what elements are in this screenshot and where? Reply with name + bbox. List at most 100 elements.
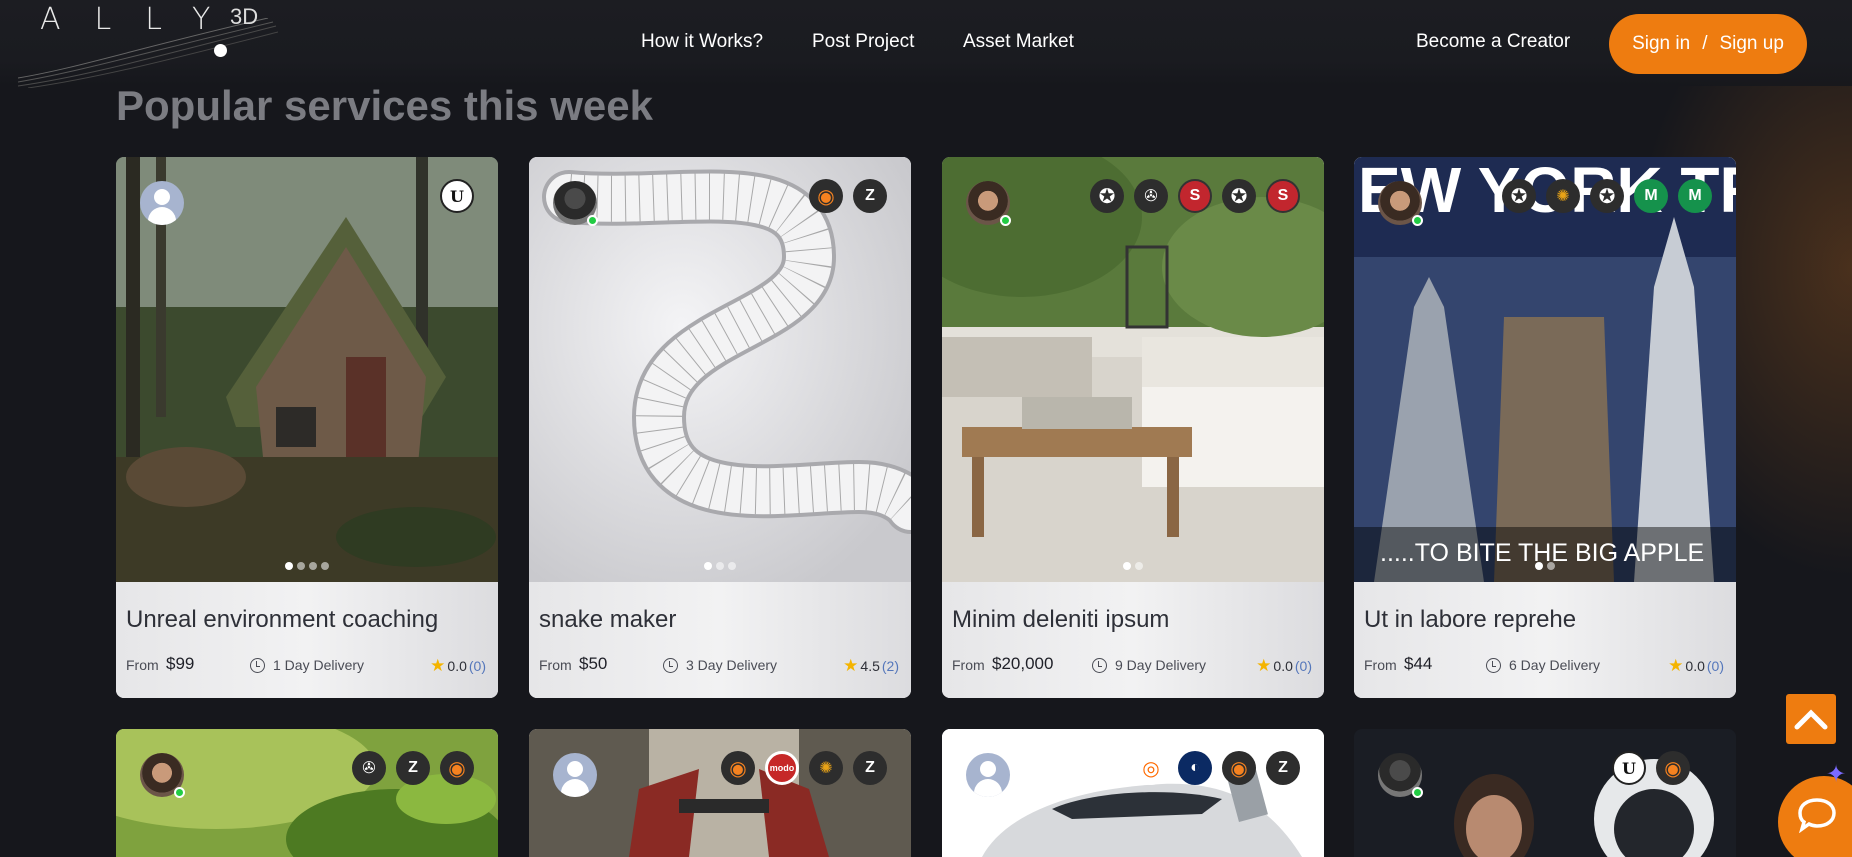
star-icon: ★	[843, 656, 859, 675]
card-title[interactable]: Ut in labore reprehe	[1364, 606, 1576, 634]
review-count: (0)	[1706, 658, 1724, 674]
keyshot-icon: ✺	[1546, 179, 1580, 213]
carousel-dot[interactable]	[1547, 562, 1555, 570]
star-icon: ★	[1256, 656, 1272, 675]
unity-icon: ✪	[1590, 179, 1624, 213]
zbrush-icon: Z	[853, 179, 887, 213]
rating: ★ 4.5 (2)	[843, 656, 899, 676]
carousel-dots[interactable]	[942, 562, 1324, 570]
card-image[interactable]: U	[116, 157, 498, 582]
review-count: (2)	[881, 658, 899, 674]
from-label: From	[952, 657, 985, 673]
rating: ★ 0.0 (0)	[1668, 656, 1724, 676]
card-title[interactable]: snake maker	[539, 606, 676, 634]
card-image[interactable]: EW YORK TR .....TO BITE THE BIG APPLE ✪✺…	[1354, 157, 1736, 582]
delivery-info: 3 Day Delivery	[663, 657, 777, 673]
sign-up-label[interactable]: Sign up	[1719, 33, 1783, 55]
delivery-text: 1 Day Delivery	[273, 657, 365, 673]
creator-avatar[interactable]	[140, 181, 184, 225]
from-label: From	[1364, 657, 1397, 673]
become-creator-link[interactable]: Become a Creator	[1416, 31, 1570, 53]
card-image[interactable]: ◉ Z	[529, 157, 911, 582]
rating-value: 0.0	[1273, 658, 1293, 674]
carousel-dot[interactable]	[1123, 562, 1131, 570]
carousel-dot[interactable]	[309, 562, 317, 570]
delivery-text: 9 Day Delivery	[1115, 657, 1207, 673]
rating-value: 0.0	[447, 658, 467, 674]
unity-icon: ✪	[1090, 179, 1124, 213]
price: $20,000	[992, 654, 1054, 673]
sign-in-sign-up-button[interactable]: Sign in / Sign up	[1609, 14, 1807, 74]
creator-avatar[interactable]	[553, 753, 597, 797]
clock-icon	[1092, 657, 1107, 673]
software-icons: ✪ ✇ S ✪ S	[1090, 179, 1300, 213]
carousel-dot[interactable]	[716, 562, 724, 570]
software-icons: ◉ modo ✺ Z	[721, 751, 887, 785]
carousel-dots[interactable]	[529, 562, 911, 570]
substance-icon: S	[1178, 179, 1212, 213]
delivery-text: 3 Day Delivery	[686, 657, 778, 673]
card-image[interactable]: ✪ ✇ S ✪ S	[942, 157, 1324, 582]
carousel-dot[interactable]	[704, 562, 712, 570]
chat-bubble-icon	[1798, 798, 1836, 833]
nav-asset-market[interactable]: Asset Market	[963, 31, 1074, 53]
scroll-to-top-button[interactable]	[1786, 694, 1836, 744]
zbrush-icon: Z	[396, 751, 430, 785]
service-card[interactable]: ◉ modo ✺ Z	[529, 729, 911, 857]
online-indicator	[1412, 787, 1423, 798]
card-title[interactable]: Unreal environment coaching	[126, 606, 438, 634]
keyshot-icon: ✺	[809, 751, 843, 785]
maya-icon: ✇	[1134, 179, 1168, 213]
carousel-dot[interactable]	[285, 562, 293, 570]
software-icons: ◎ ◐ ◉ Z	[1134, 751, 1300, 785]
m-icon: M	[1678, 179, 1712, 213]
c4d-icon: ◐	[1178, 751, 1212, 785]
nav-post-project[interactable]: Post Project	[812, 31, 914, 53]
price: $99	[166, 654, 195, 673]
logo[interactable]: ALLY 3D	[18, 0, 288, 88]
carousel-dots[interactable]	[1354, 562, 1736, 570]
online-indicator	[1000, 215, 1011, 226]
creator-avatar[interactable]	[966, 753, 1010, 797]
price: $50	[579, 654, 608, 673]
modo-icon: modo	[765, 751, 799, 785]
rating: ★ 0.0 (0)	[1256, 656, 1312, 676]
carousel-dot[interactable]	[321, 562, 329, 570]
m-icon: M	[1634, 179, 1668, 213]
blender-icon: ◉	[721, 751, 755, 785]
delivery-info: 6 Day Delivery	[1486, 657, 1600, 673]
nav-how-it-works[interactable]: How it Works?	[641, 31, 763, 53]
carousel-dot[interactable]	[1535, 562, 1543, 570]
unreal-icon: U	[440, 179, 474, 213]
service-card[interactable]: ✪ ✇ S ✪ S Minim deleniti ipsum From $20,000 …	[942, 157, 1324, 698]
carousel-dot[interactable]	[297, 562, 305, 570]
maya-icon: ✇	[352, 751, 386, 785]
software-icons: ◉ Z	[809, 179, 887, 213]
sign-in-label[interactable]: Sign in	[1632, 33, 1690, 55]
separator: /	[1702, 33, 1708, 54]
software-icons: U	[440, 179, 474, 213]
carousel-dot[interactable]	[728, 562, 736, 570]
rating-value: 4.5	[860, 658, 880, 674]
delivery-info: 9 Day Delivery	[1092, 657, 1206, 673]
logo-superscript: 3D	[230, 4, 259, 29]
service-card[interactable]: ◉ Z snake maker From $50 3 Day Delivery ★…	[529, 157, 911, 698]
clock-icon	[1486, 657, 1501, 673]
clock-icon	[663, 657, 678, 673]
online-indicator	[1412, 215, 1423, 226]
review-count: (0)	[1294, 658, 1312, 674]
service-card[interactable]: ◎ ◐ ◉ Z	[942, 729, 1324, 857]
chevron-up-icon	[1794, 709, 1828, 730]
service-card[interactable]: EW YORK TR .....TO BITE THE BIG APPLE ✪✺…	[1354, 157, 1736, 698]
service-card[interactable]: ✇ Z ◉	[116, 729, 498, 857]
card-title[interactable]: Minim deleniti ipsum	[952, 606, 1169, 634]
section-title: Popular services this week	[116, 82, 653, 129]
carousel-dot[interactable]	[1135, 562, 1143, 570]
unity-icon: ✪	[1222, 179, 1256, 213]
service-card[interactable]: U ◉	[1354, 729, 1736, 857]
rating: ★ 0.0 (0)	[430, 656, 486, 676]
unreal-icon: U	[1612, 751, 1646, 785]
carousel-dots[interactable]	[116, 562, 498, 570]
service-card[interactable]: U Unreal environment coaching From $99 1…	[116, 157, 498, 698]
sparkle-icon[interactable]: ✦	[1826, 760, 1846, 789]
